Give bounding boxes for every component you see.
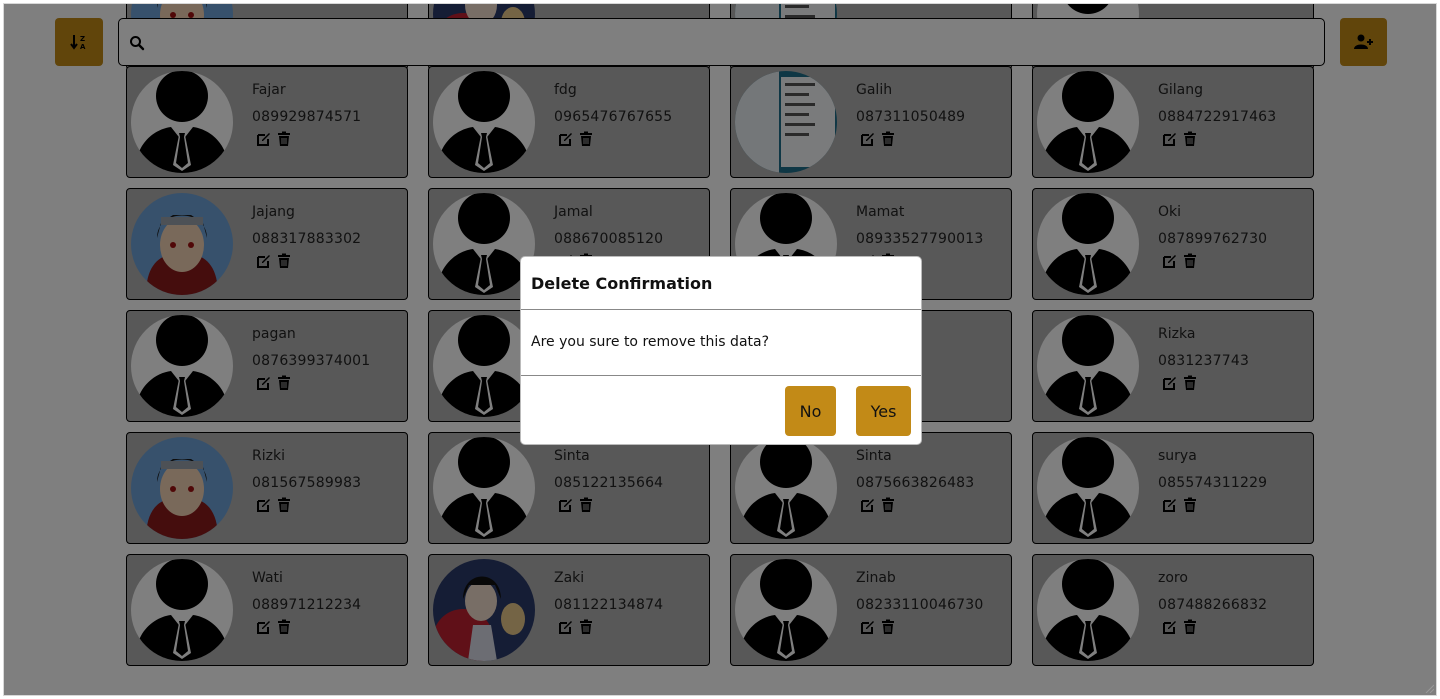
no-button[interactable]: No (785, 386, 836, 436)
app-window: Fajar089929874571fdg0965476767655Galih08… (3, 3, 1437, 696)
dialog-title: Delete Confirmation (531, 274, 713, 293)
yes-button[interactable]: Yes (856, 386, 911, 436)
dialog-divider (521, 375, 921, 376)
dialog-divider (521, 309, 921, 310)
dialog-message: Are you sure to remove this data? (531, 334, 770, 350)
resize-handle-icon[interactable] (1424, 683, 1434, 693)
delete-confirmation-dialog: Delete Confirmation Are you sure to remo… (520, 256, 922, 445)
